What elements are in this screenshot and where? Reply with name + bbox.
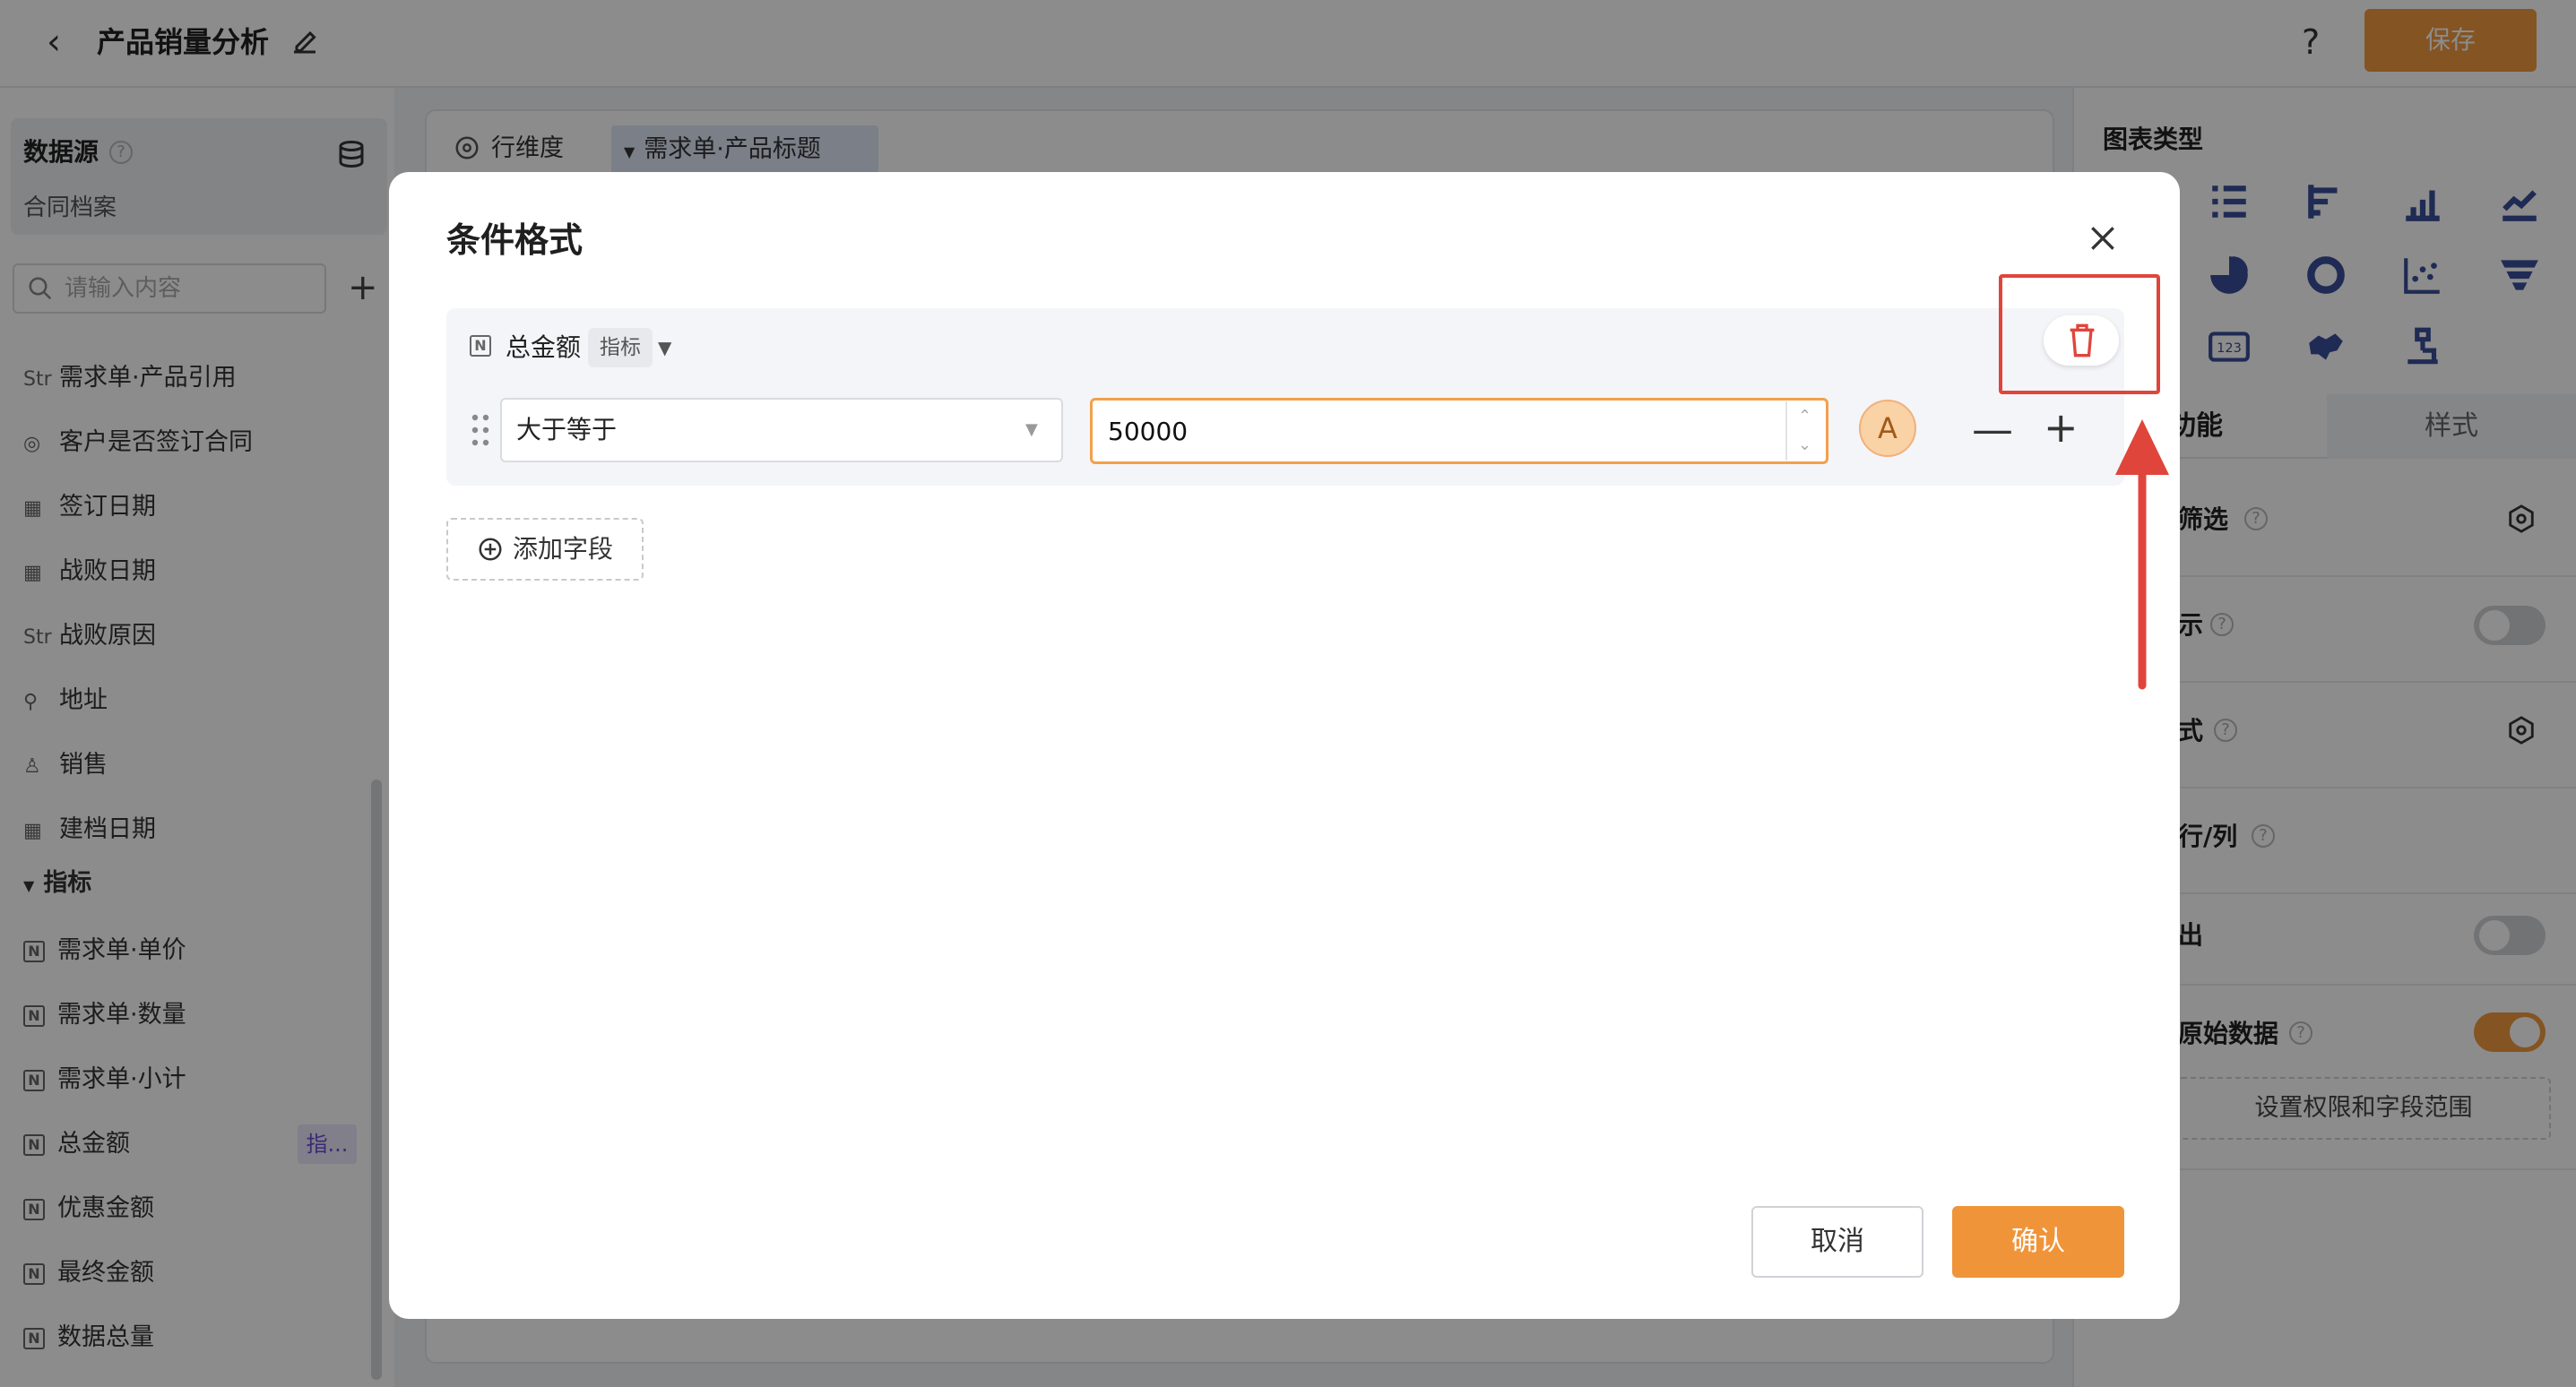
value-input[interactable] <box>1090 398 1828 464</box>
field-type-tag[interactable]: 指标 <box>588 328 653 367</box>
plus-icon[interactable]: + <box>2044 403 2079 452</box>
confirm-button[interactable]: 确认 <box>1952 1206 2124 1278</box>
cancel-button[interactable]: 取消 <box>1751 1206 1923 1278</box>
value-text: 50000 <box>1108 417 1189 446</box>
chevron-down-icon[interactable]: ⌄ <box>1798 434 1811 457</box>
dialog-title: 条件格式 <box>446 220 583 260</box>
number-icon: N <box>470 335 491 357</box>
highlight-annotation <box>1999 274 2160 394</box>
condition-field-name: 总金额 <box>506 332 582 362</box>
font-color-picker[interactable]: A <box>1859 400 1916 457</box>
minus-icon[interactable]: — <box>1972 405 2013 453</box>
arrow-annotation <box>2115 419 2169 690</box>
operator-value: 大于等于 <box>516 415 618 444</box>
drag-handle-icon[interactable] <box>470 412 491 448</box>
chevron-up-icon[interactable]: ⌃ <box>1798 405 1811 428</box>
close-icon[interactable] <box>2085 220 2121 256</box>
caret-down-icon: ▼ <box>1025 420 1038 439</box>
caret-down-icon[interactable]: ▼ <box>658 333 671 362</box>
add-field-label: 添加字段 <box>513 534 614 564</box>
plus-circle-icon <box>479 538 502 561</box>
